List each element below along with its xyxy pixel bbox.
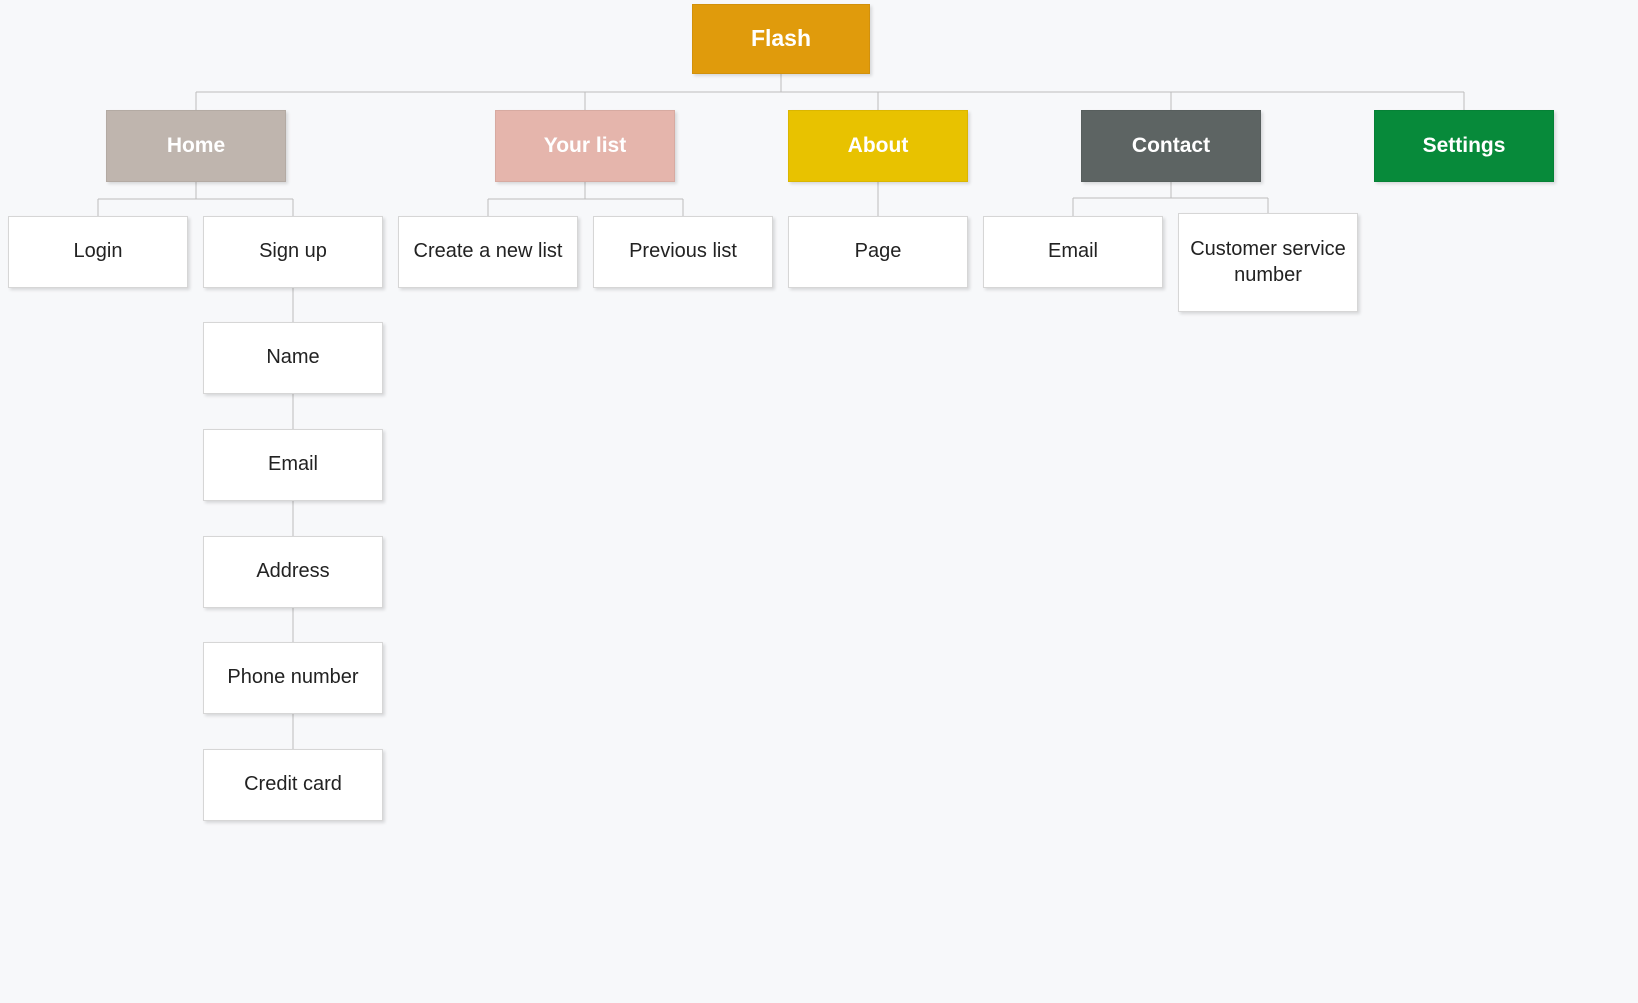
node-phone-number[interactable]: Phone number (203, 642, 383, 714)
node-create-a-new-list[interactable]: Create a new list (398, 216, 578, 288)
node-label-address: Address (256, 560, 330, 583)
node-customer-service-number[interactable]: Customer service number (1178, 213, 1358, 312)
node-settings[interactable]: Settings (1374, 110, 1554, 182)
node-label-contact: Contact (1131, 133, 1211, 157)
node-label-customer-service-number: Customer service number (1190, 237, 1346, 286)
node-label-credit-card: Credit card (244, 773, 342, 796)
node-page[interactable]: Page (788, 216, 968, 288)
node-sign-up[interactable]: Sign up (203, 216, 383, 288)
node-login[interactable]: Login (8, 216, 188, 288)
node-label-page: Page (854, 240, 902, 263)
node-about[interactable]: About (788, 110, 968, 182)
node-email-signup[interactable]: Email (203, 429, 383, 501)
node-flash[interactable]: Flash (692, 4, 870, 74)
node-previous-list[interactable]: Previous list (593, 216, 773, 288)
node-label-phone-number: Phone number (227, 666, 359, 689)
node-label-previous-list: Previous list (629, 240, 737, 263)
node-home[interactable]: Home (106, 110, 286, 182)
node-name[interactable]: Name (203, 322, 383, 394)
node-label-flash: Flash (750, 25, 812, 52)
node-label-email-contact: Email (1047, 240, 1098, 263)
node-label-sign-up: Sign up (259, 240, 327, 263)
node-label-home: Home (166, 133, 226, 157)
node-label-login: Login (73, 240, 123, 263)
node-label-settings: Settings (1422, 133, 1506, 157)
sitemap-diagram: Flash Home Your list About Contact Settings Lo… (0, 0, 1638, 1003)
node-address[interactable]: Address (203, 536, 383, 608)
node-email-contact[interactable]: Email (983, 216, 1163, 288)
node-label-about: About (847, 133, 909, 157)
node-label-email-signup: Email (267, 453, 318, 476)
node-contact[interactable]: Contact (1081, 110, 1261, 182)
node-credit-card[interactable]: Credit card (203, 749, 383, 821)
node-label-create-a-new-list: Create a new list (413, 240, 563, 263)
node-your-list[interactable]: Your list (495, 110, 675, 182)
node-label-name: Name (266, 346, 320, 369)
node-label-your-list: Your list (543, 133, 627, 157)
